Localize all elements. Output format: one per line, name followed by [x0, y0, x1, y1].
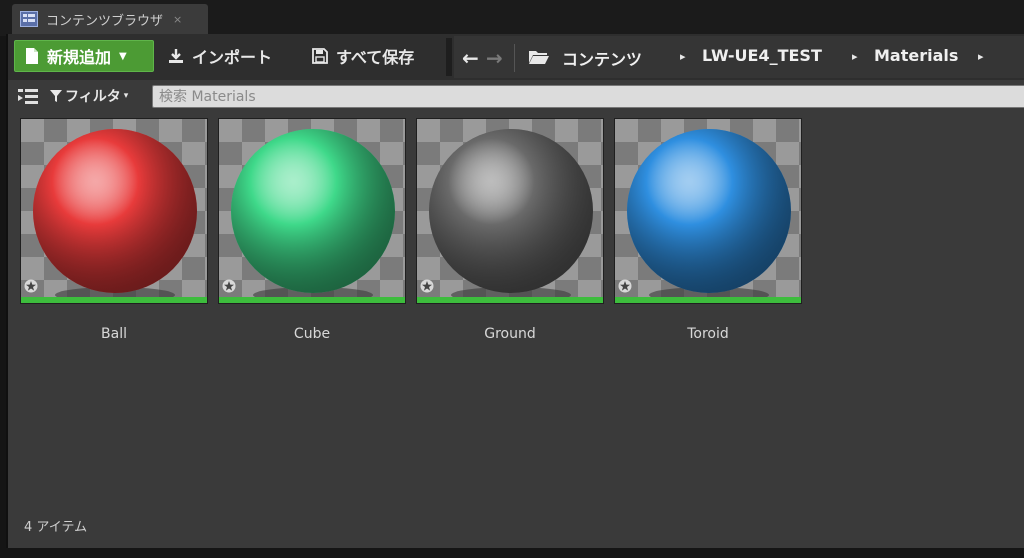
forward-arrow-icon[interactable]: → — [486, 46, 503, 70]
breadcrumb-separator-icon[interactable]: ▸ — [978, 50, 984, 63]
filter-label: フィルタ — [65, 89, 121, 105]
breadcrumb-separator-icon[interactable]: ▸ — [852, 50, 858, 63]
material-badge-icon — [420, 278, 434, 297]
nav-divider — [514, 44, 515, 72]
funnel-icon — [50, 90, 62, 102]
asset-name: Cube — [293, 326, 331, 342]
new-document-icon — [26, 48, 38, 64]
path-bar: ← → コンテンツ ▸ LW-UE4_TEST ▸ Materials ▸ — [454, 36, 1024, 78]
material-thumbnail[interactable] — [416, 118, 604, 304]
chevron-down-icon: ▼ — [119, 50, 127, 62]
asset-type-bar — [21, 297, 207, 303]
material-badge-icon — [222, 278, 236, 297]
asset-name: Ball — [101, 326, 127, 342]
tab-strip: コンテンツブラウザ × — [0, 0, 1024, 36]
add-new-button[interactable]: 新規追加 ▼ — [14, 40, 154, 72]
asset-name: Ground — [484, 326, 536, 342]
material-badge-icon — [24, 278, 38, 297]
sphere-preview-icon — [21, 119, 207, 303]
asset-tile-toroid[interactable]: Toroid — [614, 118, 802, 342]
asset-type-bar — [615, 297, 801, 303]
content-browser-panel: 新規追加 ▼ インポート すべて保存 ← → コンテンツ ▸ LW-UE4_TE… — [6, 34, 1024, 548]
back-arrow-icon[interactable]: ← — [462, 46, 479, 70]
breadcrumb-materials[interactable]: Materials — [874, 46, 958, 65]
asset-tile-ground[interactable]: Ground — [416, 118, 604, 342]
asset-name: Toroid — [687, 326, 729, 342]
asset-type-bar — [219, 297, 405, 303]
content-browser-icon — [20, 11, 38, 27]
material-badge-icon — [618, 278, 632, 297]
download-icon — [169, 49, 183, 63]
save-icon — [312, 48, 328, 64]
material-thumbnail[interactable] — [20, 118, 208, 304]
add-new-label: 新規追加 — [47, 48, 112, 67]
filter-row: フィルタ ▾ — [8, 82, 1024, 110]
asset-tile-ball[interactable]: Ball — [20, 118, 208, 342]
folder-open-icon[interactable] — [528, 49, 550, 65]
toolbar-separator — [446, 38, 452, 76]
breadcrumb-project[interactable]: LW-UE4_TEST — [702, 46, 822, 65]
asset-type-bar — [417, 297, 603, 303]
material-thumbnail[interactable] — [218, 118, 406, 304]
save-all-label: すべて保存 — [336, 48, 415, 67]
import-label: インポート — [192, 48, 273, 67]
breadcrumb-content[interactable]: コンテンツ — [562, 46, 642, 70]
item-count: 4 アイテム — [24, 520, 88, 535]
tab-title: コンテンツブラウザ — [46, 13, 164, 29]
sources-panel-toggle-icon[interactable] — [18, 88, 38, 106]
toolbar: 新規追加 ▼ インポート すべて保存 ← → コンテンツ ▸ LW-UE4_TE… — [8, 34, 1024, 80]
asset-tile-cube[interactable]: Cube — [218, 118, 406, 342]
material-thumbnail[interactable] — [614, 118, 802, 304]
tab-close-icon[interactable]: × — [173, 13, 182, 26]
search-input[interactable] — [152, 85, 1024, 108]
tab-content-browser[interactable]: コンテンツブラウザ × — [12, 4, 208, 34]
breadcrumb-separator-icon[interactable]: ▸ — [680, 50, 686, 63]
sphere-preview-icon — [219, 119, 405, 303]
filter-button[interactable]: フィルタ ▾ — [50, 86, 128, 106]
import-button[interactable]: インポート — [168, 40, 272, 72]
save-all-button[interactable]: すべて保存 — [312, 40, 414, 72]
sphere-preview-icon — [615, 119, 801, 303]
sphere-preview-icon — [417, 119, 603, 303]
chevron-down-icon: ▾ — [123, 91, 129, 101]
